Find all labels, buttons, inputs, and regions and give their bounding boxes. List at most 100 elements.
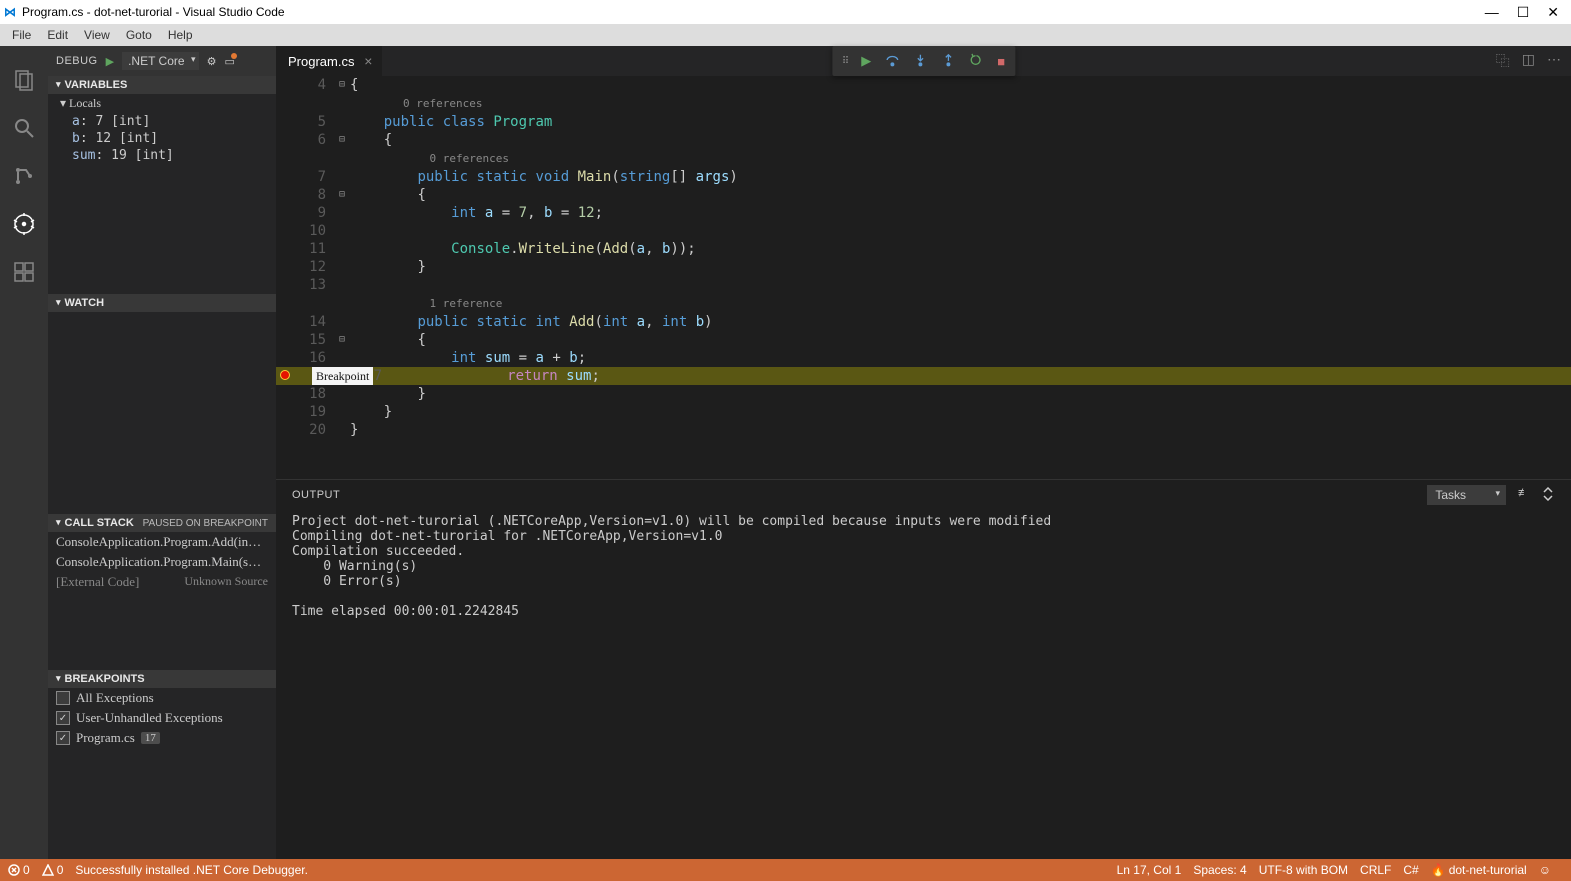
variable-a[interactable]: a: 7 [int]: [48, 113, 276, 130]
code-content[interactable]: 0 references: [350, 149, 1571, 168]
stack-frame[interactable]: ConsoleApplication.Program.Add(in…: [48, 532, 276, 552]
toggle-panel-icon[interactable]: [1541, 487, 1555, 504]
gear-icon[interactable]: ⚙: [207, 55, 217, 68]
language-mode[interactable]: C#: [1403, 863, 1418, 877]
code-content[interactable]: public class Program: [350, 113, 1571, 131]
breakpoint-item[interactable]: ✓User-Unhandled Exceptions: [48, 708, 276, 728]
code-line[interactable]: 13: [276, 276, 1571, 294]
variable-sum[interactable]: sum: 19 [int]: [48, 147, 276, 164]
extensions-icon[interactable]: [0, 248, 48, 296]
code-editor[interactable]: 4⊟{ 0 references 5 public class Program6⊟…: [276, 76, 1571, 479]
fold-icon[interactable]: [390, 367, 406, 385]
menu-file[interactable]: File: [4, 28, 39, 42]
callstack-header[interactable]: ▾CALL STACKPAUSED ON BREAKPOINT: [48, 514, 276, 532]
minimize-button[interactable]: —: [1485, 4, 1499, 21]
code-content[interactable]: int a = 7, b = 12;: [350, 204, 1571, 222]
output-title[interactable]: OUTPUT: [292, 489, 340, 501]
code-content[interactable]: {: [350, 131, 1571, 149]
explorer-icon[interactable]: [0, 56, 48, 104]
code-content[interactable]: public static int Add(int a, int b): [350, 313, 1571, 331]
code-content[interactable]: }: [350, 421, 1571, 439]
indentation[interactable]: Spaces: 4: [1193, 863, 1246, 877]
code-content[interactable]: {: [350, 331, 1571, 349]
close-icon[interactable]: ×: [364, 53, 372, 69]
debug-console-icon[interactable]: ▭: [224, 55, 234, 68]
code-line[interactable]: 0 references: [276, 149, 1571, 168]
code-line[interactable]: Breakpoint17 return sum;: [276, 367, 1571, 385]
code-line[interactable]: 15⊟ {: [276, 331, 1571, 349]
code-content[interactable]: return sum;: [406, 367, 1571, 385]
code-content[interactable]: }: [350, 385, 1571, 403]
code-content[interactable]: public static void Main(string[] args): [350, 168, 1571, 186]
code-line[interactable]: 7 public static void Main(string[] args): [276, 168, 1571, 186]
code-line[interactable]: 1 reference: [276, 294, 1571, 313]
close-button[interactable]: ✕: [1547, 4, 1559, 21]
variables-header[interactable]: ▾VARIABLES: [48, 76, 276, 94]
menu-view[interactable]: View: [76, 28, 118, 42]
code-line[interactable]: 4⊟{: [276, 76, 1571, 94]
code-line[interactable]: 12 }: [276, 258, 1571, 276]
start-debug-button[interactable]: ▶: [106, 55, 114, 68]
more-icon[interactable]: ⋯: [1547, 51, 1561, 71]
menu-goto[interactable]: Goto: [118, 28, 160, 42]
code-content[interactable]: }: [350, 403, 1571, 421]
breakpoints-header[interactable]: ▾BREAKPOINTS: [48, 670, 276, 688]
debug-toolbar[interactable]: ⠿ ▶ ■: [832, 46, 1015, 76]
code-line[interactable]: 18 }: [276, 385, 1571, 403]
step-out-button[interactable]: [941, 53, 955, 70]
code-line[interactable]: 20}: [276, 421, 1571, 439]
code-line[interactable]: 8⊟ {: [276, 186, 1571, 204]
warnings-count[interactable]: 0: [42, 863, 64, 877]
split-columns-icon[interactable]: ⿻: [1496, 51, 1510, 71]
code-content[interactable]: {: [350, 186, 1571, 204]
errors-count[interactable]: 0: [8, 863, 30, 877]
breakpoint-item[interactable]: ✓Program.cs17: [48, 728, 276, 748]
menu-help[interactable]: Help: [160, 28, 201, 42]
code-content[interactable]: }: [350, 258, 1571, 276]
code-line[interactable]: 5 public class Program: [276, 113, 1571, 131]
variable-b[interactable]: b: 12 [int]: [48, 130, 276, 147]
code-content[interactable]: {: [350, 76, 1571, 94]
debug-config-select[interactable]: .NET Core: [122, 52, 198, 70]
step-into-button[interactable]: [913, 53, 927, 70]
checkbox[interactable]: [56, 691, 70, 705]
code-content[interactable]: int sum = a + b;: [350, 349, 1571, 367]
step-over-button[interactable]: [885, 53, 899, 70]
menu-edit[interactable]: Edit: [39, 28, 76, 42]
fold-icon[interactable]: ⊟: [334, 131, 350, 149]
code-line[interactable]: 10: [276, 222, 1571, 240]
fold-icon[interactable]: ⊟: [334, 331, 350, 349]
glyph-margin[interactable]: [276, 367, 294, 385]
checkbox[interactable]: ✓: [56, 731, 70, 745]
stack-frame[interactable]: [External Code]Unknown Source: [48, 572, 276, 592]
breakpoint-icon[interactable]: [280, 370, 290, 380]
checkbox[interactable]: ✓: [56, 711, 70, 725]
code-line[interactable]: 9 int a = 7, b = 12;: [276, 204, 1571, 222]
breakpoint-item[interactable]: All Exceptions: [48, 688, 276, 708]
eol[interactable]: CRLF: [1360, 863, 1391, 877]
output-channel-select[interactable]: Tasks: [1427, 485, 1506, 505]
code-content[interactable]: Console.WriteLine(Add(a, b));: [350, 240, 1571, 258]
split-editor-icon[interactable]: ◫: [1522, 51, 1535, 71]
fold-icon[interactable]: ⊟: [334, 186, 350, 204]
maximize-button[interactable]: ☐: [1517, 4, 1530, 21]
cursor-position[interactable]: Ln 17, Col 1: [1117, 863, 1182, 877]
stack-frame[interactable]: ConsoleApplication.Program.Main(s…: [48, 552, 276, 572]
fold-icon[interactable]: ⊟: [334, 76, 350, 94]
project-name[interactable]: 🔥 dot-net-turorial: [1431, 863, 1527, 877]
git-icon[interactable]: [0, 152, 48, 200]
search-icon[interactable]: [0, 104, 48, 152]
locals-scope[interactable]: ▾ Locals: [48, 94, 276, 113]
code-line[interactable]: 6⊟ {: [276, 131, 1571, 149]
clear-output-icon[interactable]: ≢: [1518, 487, 1529, 504]
output-content[interactable]: Project dot-net-turorial (.NETCoreApp,Ve…: [276, 510, 1571, 859]
stop-button[interactable]: ■: [997, 54, 1005, 69]
code-line[interactable]: 11 Console.WriteLine(Add(a, b));: [276, 240, 1571, 258]
drag-grip-icon[interactable]: ⠿: [842, 56, 847, 67]
watch-header[interactable]: ▾WATCH: [48, 294, 276, 312]
continue-button[interactable]: ▶: [861, 53, 871, 69]
code-line[interactable]: 16 int sum = a + b;: [276, 349, 1571, 367]
code-line[interactable]: 19 }: [276, 403, 1571, 421]
status-message[interactable]: Successfully installed .NET Core Debugge…: [75, 863, 308, 877]
debug-icon[interactable]: [0, 200, 48, 248]
